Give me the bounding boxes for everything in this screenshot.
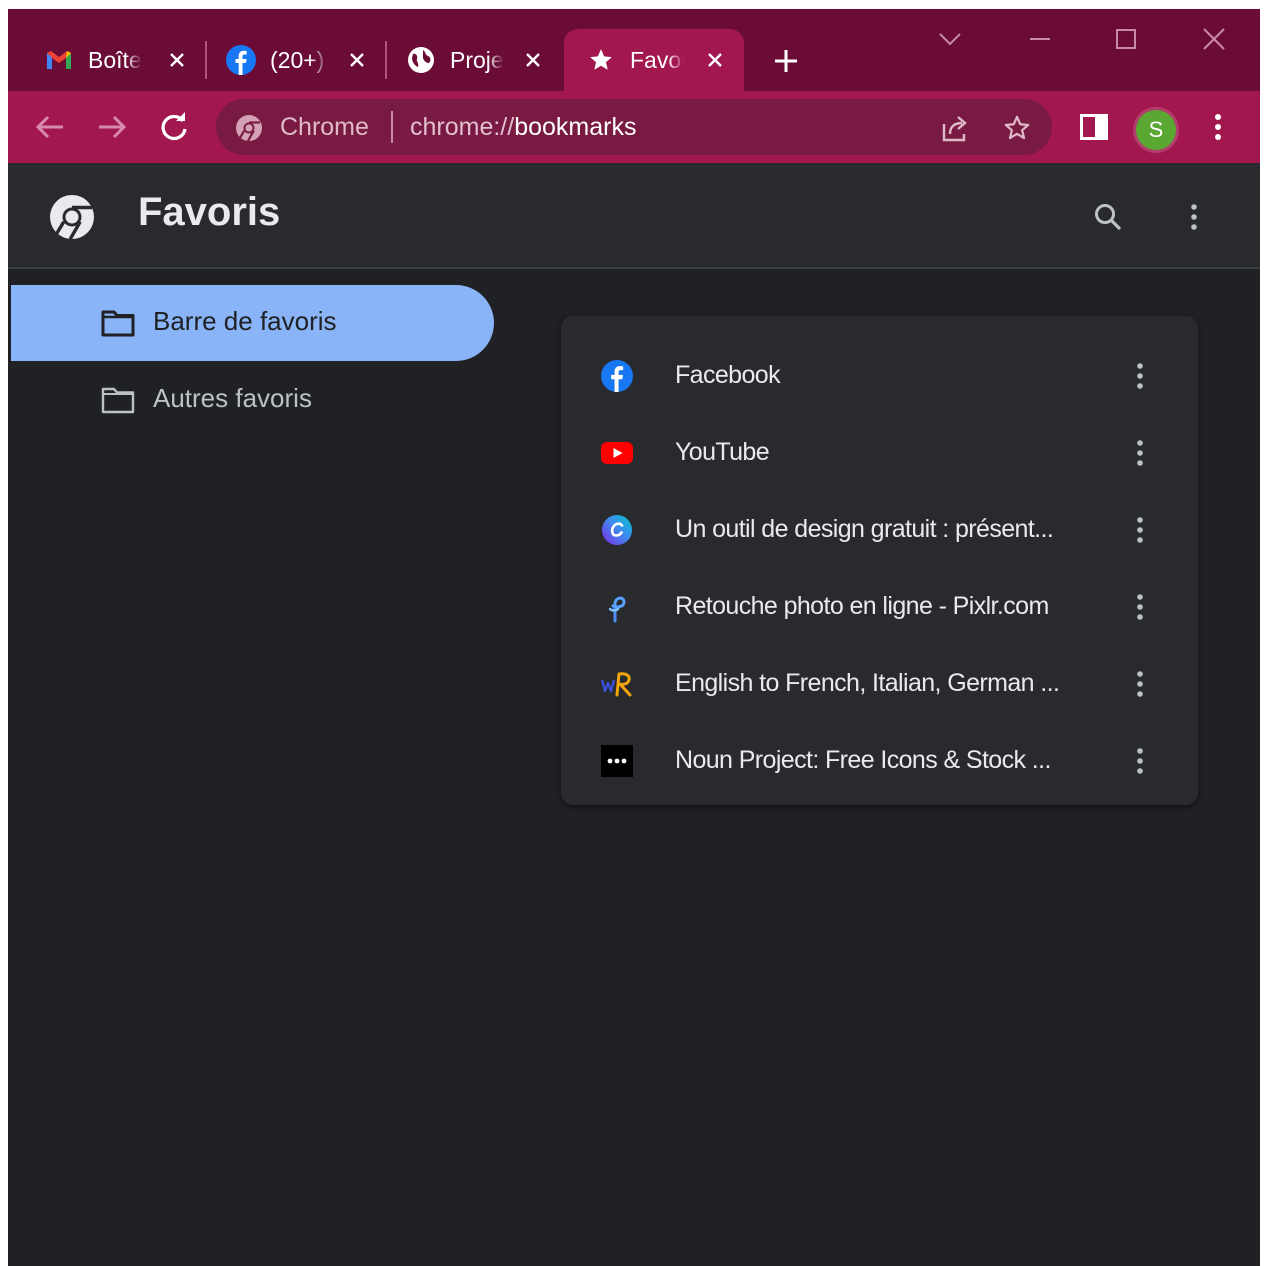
minimize-icon[interactable]	[1020, 21, 1060, 57]
chrome-logo-icon	[50, 195, 94, 240]
bookmark-title: YouTube	[675, 438, 770, 466]
reload-button[interactable]	[152, 105, 196, 149]
star-icon	[586, 45, 616, 75]
url-text[interactable]: chrome://bookmarks	[410, 113, 636, 142]
profile-avatar[interactable]: S	[1136, 110, 1176, 150]
bookmark-title: Facebook	[675, 361, 781, 389]
back-button[interactable]	[28, 105, 72, 149]
bookmark-row-pixlr[interactable]: Retouche photo en ligne - Pixlr.com	[561, 569, 1198, 646]
bookmark-title: Un outil de design gratuit : présent...	[675, 515, 1054, 543]
bookmark-row-canva[interactable]: Un outil de design gratuit : présent...	[561, 492, 1198, 569]
close-window-icon[interactable]	[1194, 21, 1234, 57]
url-scheme: chrome://	[410, 113, 515, 141]
bookmark-title: Retouche photo en ligne - Pixlr.com	[675, 592, 1049, 620]
bookmark-row-facebook[interactable]: Facebook	[561, 338, 1198, 415]
new-tab-button[interactable]	[768, 43, 804, 79]
more-actions-icon[interactable]	[1123, 666, 1157, 702]
close-tab-icon[interactable]	[342, 45, 372, 75]
chrome-menu-icon[interactable]	[1196, 105, 1240, 149]
browser-window: Boîte (20+) Proje Favo Chrome chrome://b…	[8, 9, 1260, 1266]
gmail-icon	[44, 45, 74, 75]
close-tab-icon[interactable]	[162, 45, 192, 75]
sidebar-item-label: Autres favoris	[153, 383, 312, 413]
tab-title: Favoris	[630, 46, 684, 73]
tab-separator	[205, 41, 207, 79]
page-title: Favoris	[138, 190, 281, 234]
canva-icon	[601, 514, 633, 546]
tab-title: (20+)	[270, 46, 325, 73]
folder-icon	[101, 387, 135, 414]
omnibox-separator	[391, 111, 393, 143]
search-icon[interactable]	[1088, 197, 1128, 237]
folder-icon	[101, 310, 135, 337]
youtube-icon	[601, 437, 633, 469]
bookmark-title: Noun Project: Free Icons & Stock ...	[675, 746, 1051, 774]
tab-gmail[interactable]: Boîte	[44, 29, 192, 91]
chrome-icon	[236, 115, 262, 142]
facebook-icon	[601, 360, 633, 392]
pixlr-icon	[601, 591, 633, 623]
globe-icon	[406, 45, 436, 75]
more-actions-icon[interactable]	[1123, 512, 1157, 548]
share-icon[interactable]	[938, 111, 972, 145]
url-host: bookmarks	[514, 113, 637, 141]
site-chip-label: Chrome	[280, 113, 369, 141]
close-tab-icon[interactable]	[518, 45, 548, 75]
bookmark-row-wordreference[interactable]: English to French, Italian, German ...	[561, 646, 1198, 723]
more-actions-icon[interactable]	[1123, 358, 1157, 394]
sidebar-item-autres-favoris[interactable]: Autres favoris	[11, 362, 494, 438]
bookmarks-header: Favoris	[8, 163, 1260, 269]
close-tab-icon[interactable]	[700, 45, 730, 75]
bookmark-title: English to French, Italian, German ...	[675, 669, 1060, 697]
wordreference-icon	[601, 668, 633, 700]
maximize-icon[interactable]	[1106, 21, 1146, 57]
organize-menu-icon[interactable]	[1174, 197, 1214, 237]
side-panel-icon[interactable]	[1072, 105, 1116, 149]
toolbar: Chrome chrome://bookmarks S	[8, 91, 1260, 163]
tab-facebook[interactable]: (20+)	[226, 29, 372, 91]
tab-strip: Boîte (20+) Proje Favo	[8, 9, 1260, 91]
forward-button[interactable]	[90, 105, 134, 149]
bookmark-row-youtube[interactable]: YouTube	[561, 415, 1198, 492]
sidebar-item-label: Barre de favoris	[153, 306, 337, 336]
address-bar[interactable]: Chrome chrome://bookmarks	[216, 99, 1052, 155]
tab-separator	[385, 41, 387, 79]
more-actions-icon[interactable]	[1123, 743, 1157, 779]
noun-project-icon	[601, 745, 633, 777]
more-actions-icon[interactable]	[1123, 589, 1157, 625]
bookmark-star-icon[interactable]	[1000, 111, 1034, 145]
bookmark-list: Facebook YouTube Un outil de design grat…	[561, 316, 1198, 805]
bookmark-row-noun-project[interactable]: Noun Project: Free Icons & Stock ...	[561, 723, 1198, 800]
sidebar-item-barre-de-favoris[interactable]: Barre de favoris	[11, 285, 494, 361]
tab-projet[interactable]: Projet	[406, 29, 548, 91]
tab-search-icon[interactable]	[930, 21, 970, 57]
tab-title: Projet	[450, 46, 504, 73]
tab-favoris[interactable]: Favoris	[564, 29, 744, 91]
facebook-icon	[226, 45, 256, 75]
more-actions-icon[interactable]	[1123, 435, 1157, 471]
tab-title: Boîte	[88, 46, 142, 73]
